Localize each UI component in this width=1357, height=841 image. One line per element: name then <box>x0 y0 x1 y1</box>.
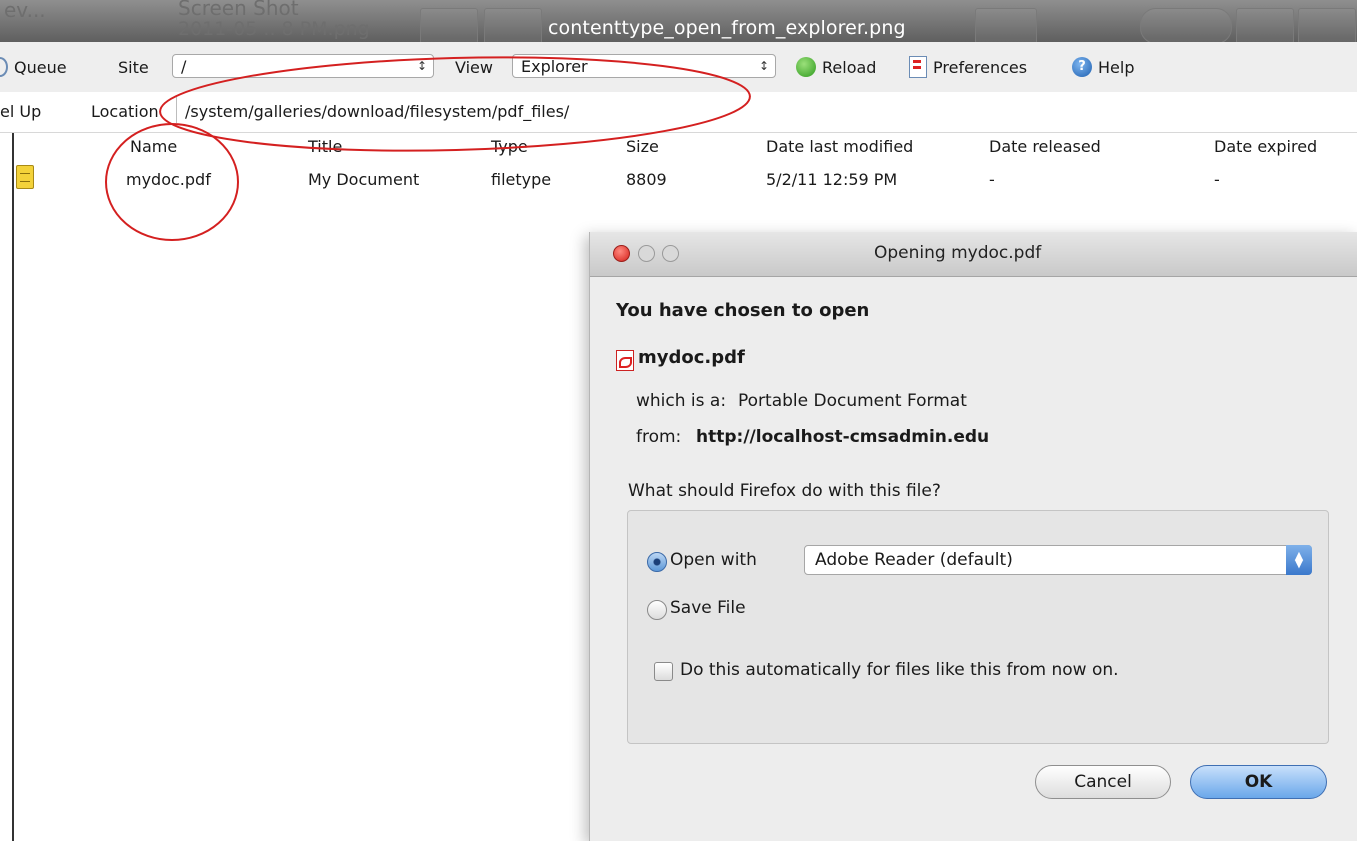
help-label: Help <box>1098 57 1135 77</box>
help-button[interactable]: ? Help <box>1072 42 1134 92</box>
queue-label: Queue <box>14 57 67 77</box>
queue-icon <box>0 57 8 77</box>
minimize-icon <box>638 245 655 262</box>
view-select-value: Explorer <box>521 56 588 76</box>
action-question: What should Firefox do with this file? <box>628 481 941 501</box>
cell-date-released: - <box>989 170 995 189</box>
site-label: Site <box>118 57 149 77</box>
window-title: contenttype_open_from_explorer.png <box>548 17 906 39</box>
background-toolbar-button <box>1140 8 1232 42</box>
cell-type: filetype <box>491 170 552 189</box>
column-header-date-modified[interactable]: Date last modified <box>766 137 913 156</box>
site-select[interactable]: / ↕ <box>172 54 434 78</box>
auto-checkbox-label: Do this automatically for files like thi… <box>680 660 1119 680</box>
chevron-updown-icon: ↕ <box>416 59 428 73</box>
zoom-icon <box>662 245 679 262</box>
toolbar: Queue Site / ↕ View Explorer ↕ Reload Pr… <box>0 42 1357 93</box>
site-select-value: / <box>181 56 187 76</box>
background-ghost-text: Screen Shot <box>178 0 299 20</box>
background-ghost-text: 2011-05 .. 8 PM.png <box>178 18 370 40</box>
close-icon[interactable] <box>613 245 630 262</box>
save-file-label: Save File <box>670 598 746 618</box>
which-is-value: Portable Document Format <box>738 391 967 411</box>
preferences-button[interactable]: Preferences <box>909 42 1027 92</box>
reload-icon <box>796 57 816 77</box>
which-is-label: which is a: <box>636 391 727 411</box>
open-with-label: Open with <box>670 550 757 570</box>
background-toolbar-button <box>1298 8 1356 42</box>
save-file-radio[interactable] <box>647 600 667 620</box>
column-header-type[interactable]: Type <box>491 137 528 156</box>
open-with-select[interactable]: Adobe Reader (default) ▲ ▼ <box>804 545 1312 575</box>
file-icon <box>16 165 34 189</box>
chevron-updown-icon: ▲ ▼ <box>1286 545 1312 575</box>
cell-date-modified: 5/2/11 12:59 PM <box>766 170 898 189</box>
left-pane-divider <box>0 133 14 841</box>
help-icon: ? <box>1072 57 1092 77</box>
column-header-name[interactable]: Name <box>130 137 177 156</box>
dialog-title-bar: Opening mydoc.pdf <box>590 232 1357 277</box>
level-up-button[interactable]: el Up <box>0 102 41 121</box>
window-title-bar: ev... Screen Shot 2011-05 .. 8 PM.png co… <box>0 0 1357 42</box>
open-with-value: Adobe Reader (default) <box>815 550 1013 570</box>
preferences-icon <box>909 56 927 78</box>
table-row[interactable]: mydoc.pdf My Document filetype 8809 5/2/… <box>14 165 1357 196</box>
cell-date-expired: - <box>1214 170 1220 189</box>
location-input[interactable]: /system/galleries/download/filesystem/pd… <box>176 97 1357 123</box>
dialog-filename: mydoc.pdf <box>638 347 745 368</box>
chevron-updown-icon: ↕ <box>758 59 770 73</box>
reload-button[interactable]: Reload <box>796 42 876 92</box>
file-list-header: Name Title Type Size Date last modified … <box>14 133 1357 163</box>
column-header-title[interactable]: Title <box>308 137 342 156</box>
open-file-dialog: Opening mydoc.pdf You have chosen to ope… <box>589 232 1357 841</box>
column-header-size[interactable]: Size <box>626 137 659 156</box>
column-header-date-expired[interactable]: Date expired <box>1214 137 1317 156</box>
background-toolbar-button <box>1236 8 1294 42</box>
location-label: Location <box>91 102 159 121</box>
background-ghost-text: ev... <box>4 0 46 22</box>
location-bar: el Up Location /system/galleries/downloa… <box>0 92 1357 133</box>
from-value: http://localhost-cmsadmin.edu <box>696 427 990 447</box>
cell-size: 8809 <box>626 170 667 189</box>
background-toolbar-button <box>975 8 1037 42</box>
background-toolbar-button <box>484 8 542 42</box>
pdf-file-icon <box>616 350 634 371</box>
view-label: View <box>455 57 493 77</box>
background-toolbar-button <box>420 8 478 42</box>
from-label: from: <box>636 427 682 447</box>
reload-label: Reload <box>822 57 877 77</box>
cancel-button[interactable]: Cancel <box>1035 765 1171 799</box>
queue-button[interactable]: Queue <box>0 42 67 92</box>
chosen-heading: You have chosen to open <box>616 300 870 321</box>
cell-name: mydoc.pdf <box>126 170 211 189</box>
view-select[interactable]: Explorer ↕ <box>512 54 776 78</box>
cell-title: My Document <box>308 170 420 189</box>
auto-checkbox[interactable] <box>654 662 673 681</box>
ok-button[interactable]: OK <box>1190 765 1327 799</box>
dialog-title: Opening mydoc.pdf <box>874 243 1042 263</box>
preferences-label: Preferences <box>933 57 1028 77</box>
column-header-date-released[interactable]: Date released <box>989 137 1101 156</box>
open-with-radio[interactable] <box>647 552 667 572</box>
